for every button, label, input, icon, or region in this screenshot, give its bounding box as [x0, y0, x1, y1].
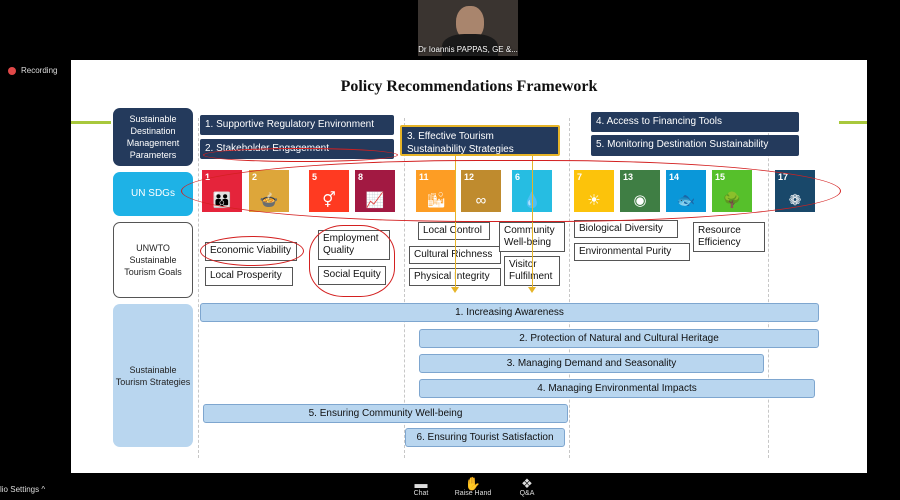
parameter-1: 1. Supportive Regulatory Environment [200, 115, 394, 135]
chat-icon: ▬ [414, 476, 428, 491]
goal-resource-efficiency: Resource Efficiency [693, 222, 765, 252]
parameter-3: 3. Effective Tourism Sustainability Stra… [400, 125, 560, 156]
goal-local-prosperity: Local Prosperity [205, 267, 293, 286]
strategy-5: 5. Ensuring Community Well-being [203, 404, 568, 423]
annotation-scribble [181, 160, 841, 222]
goal-environmental-purity: Environmental Purity [574, 243, 690, 261]
column-divider [198, 118, 199, 458]
qa-label: Q&A [519, 490, 535, 497]
chevron-up-icon: ^ [41, 485, 46, 494]
arrow-head-icon [528, 287, 536, 293]
hand-icon: ✋ [464, 476, 482, 491]
arrow-head-icon [451, 287, 459, 293]
row-label-sdgs: UN SDGs [113, 172, 193, 216]
slide-title: Policy Recommendations Framework [340, 78, 598, 95]
parameter-4: 4. Access to Financing Tools [591, 112, 799, 132]
recording-indicator: Recording [8, 66, 57, 75]
shared-slide: Policy Recommendations Framework Sustain… [71, 60, 867, 473]
annotation-scribble [309, 225, 395, 297]
chat-button[interactable]: ▬ Chat [408, 477, 434, 497]
audio-settings-button[interactable]: lio Settings ^ [0, 485, 45, 494]
qa-icon: ❖ [521, 476, 533, 491]
decor-line-left [71, 121, 111, 124]
strategy-3: 3. Managing Demand and Seasonality [419, 354, 764, 373]
annotation-scribble [200, 236, 304, 266]
row-label-parameters: Sustainable Destination Management Param… [113, 108, 193, 166]
strategy-6: 6. Ensuring Tourist Satisfaction [405, 428, 565, 447]
annotation-scribble [203, 148, 398, 162]
raise-hand-label: Raise Hand [454, 490, 492, 497]
strategy-4: 4. Managing Environmental Impacts [419, 379, 815, 398]
strategy-1: 1. Increasing Awareness [200, 303, 819, 322]
decor-line-right [839, 121, 867, 124]
audio-settings-label: lio Settings [0, 485, 40, 494]
raise-hand-button[interactable]: ✋ Raise Hand [452, 477, 494, 497]
meeting-window: Dr Ioannis PAPPAS, GE &... Recording Pol… [0, 0, 900, 500]
strategy-2: 2. Protection of Natural and Cultural He… [419, 329, 819, 348]
participant-name: Dr Ioannis PAPPAS, GE &... [418, 45, 518, 54]
goal-local-control: Local Control [418, 222, 490, 240]
column-divider [768, 118, 769, 458]
row-label-goals: UNWTO Sustainable Tourism Goals [113, 222, 193, 298]
qa-button[interactable]: ❖ Q&A [514, 477, 540, 497]
recording-label: Recording [21, 66, 58, 75]
participant-video[interactable]: Dr Ioannis PAPPAS, GE &... [418, 0, 518, 56]
row-label-strategies: Sustainable Tourism Strategies [113, 304, 193, 447]
parameter-5: 5. Monitoring Destination Sustainability [591, 135, 799, 156]
recording-dot-icon [8, 66, 16, 75]
goal-biological-diversity: Biological Diversity [574, 220, 678, 238]
chat-label: Chat [413, 490, 429, 497]
